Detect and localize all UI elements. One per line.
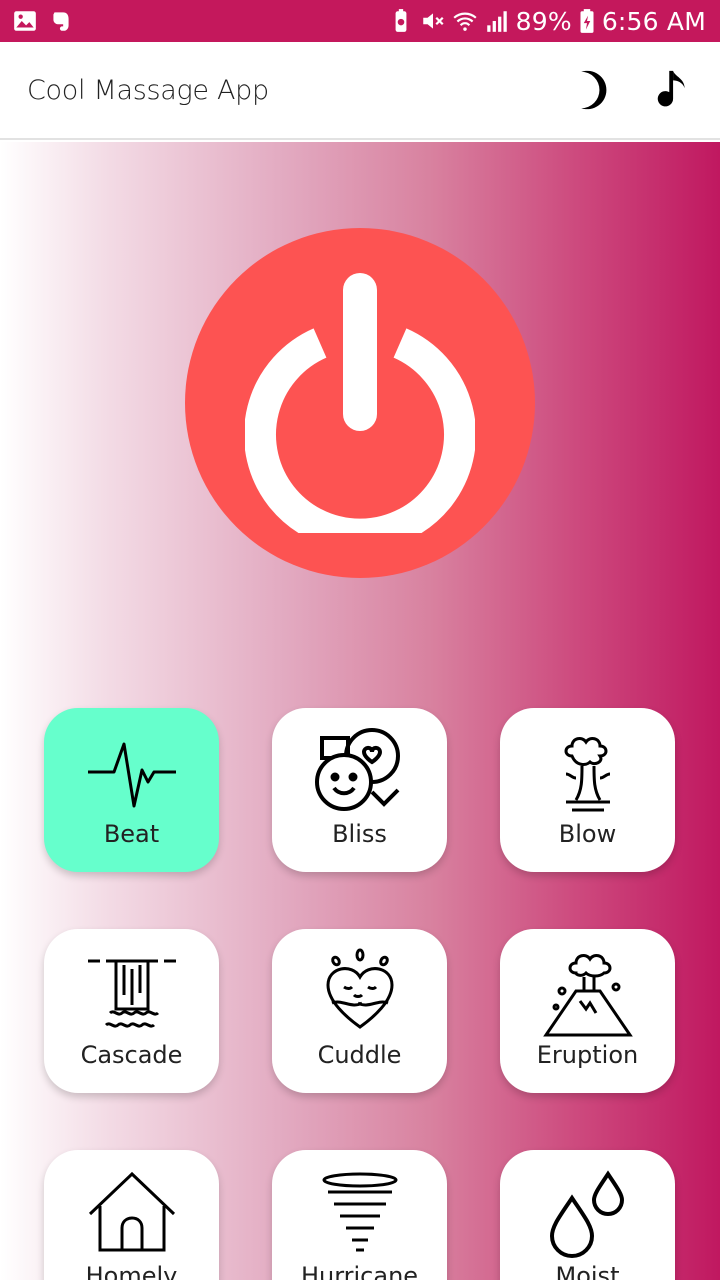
mode-label: Hurricane <box>300 1262 419 1280</box>
waterfall-icon <box>86 947 178 1039</box>
mode-tile-hurricane[interactable]: Hurricane <box>272 1150 447 1280</box>
app-title: Cool Massage App <box>27 74 269 106</box>
hug-icon <box>314 947 406 1039</box>
volcano-icon <box>542 947 634 1039</box>
mode-label: Moist <box>555 1262 620 1280</box>
music-note-icon <box>657 70 685 107</box>
wifi-icon <box>452 8 478 34</box>
mode-tile-homely[interactable]: Homely <box>44 1150 219 1280</box>
status-bar: 89% 6:56 AM <box>0 0 720 42</box>
heartbeat-icon <box>86 726 178 818</box>
mode-tile-eruption[interactable]: Eruption <box>500 929 675 1093</box>
mode-label: Blow <box>558 820 617 848</box>
evernote-notification-icon <box>48 8 74 34</box>
gallery-notification-icon <box>12 8 38 34</box>
main-panel: Beat Bliss Blow Cascade Cuddle Eruption … <box>0 142 720 1280</box>
mode-label: Eruption <box>536 1041 639 1069</box>
battery-charging-icon <box>578 8 596 34</box>
battery-saver-icon <box>388 8 414 34</box>
mode-label: Cuddle <box>317 1041 402 1069</box>
mode-label: Cascade <box>80 1041 183 1069</box>
signal-icon <box>484 8 510 34</box>
mode-tile-cascade[interactable]: Cascade <box>44 929 219 1093</box>
power-button[interactable] <box>185 228 535 578</box>
mode-label: Beat <box>103 820 160 848</box>
mode-tile-bliss[interactable]: Bliss <box>272 708 447 872</box>
mode-label: Homely <box>85 1262 178 1280</box>
clock: 6:56 AM <box>601 6 706 36</box>
night-mode-button[interactable] <box>564 67 610 113</box>
tornado-icon <box>314 1168 406 1260</box>
mode-tile-moist[interactable]: Moist <box>500 1150 675 1280</box>
geyser-icon <box>542 726 634 818</box>
music-button[interactable] <box>652 67 698 113</box>
power-icon <box>245 273 475 533</box>
house-icon <box>86 1168 178 1260</box>
bliss-icon <box>314 726 406 818</box>
mode-tile-cuddle[interactable]: Cuddle <box>272 929 447 1093</box>
app-bar: Cool Massage App <box>0 42 720 140</box>
drops-icon <box>542 1168 634 1260</box>
moon-icon <box>581 70 607 110</box>
mode-tile-blow[interactable]: Blow <box>500 708 675 872</box>
battery-percent: 89% <box>515 6 572 36</box>
mode-tile-beat[interactable]: Beat <box>44 708 219 872</box>
mode-label: Bliss <box>332 820 387 848</box>
mute-icon <box>420 8 446 34</box>
